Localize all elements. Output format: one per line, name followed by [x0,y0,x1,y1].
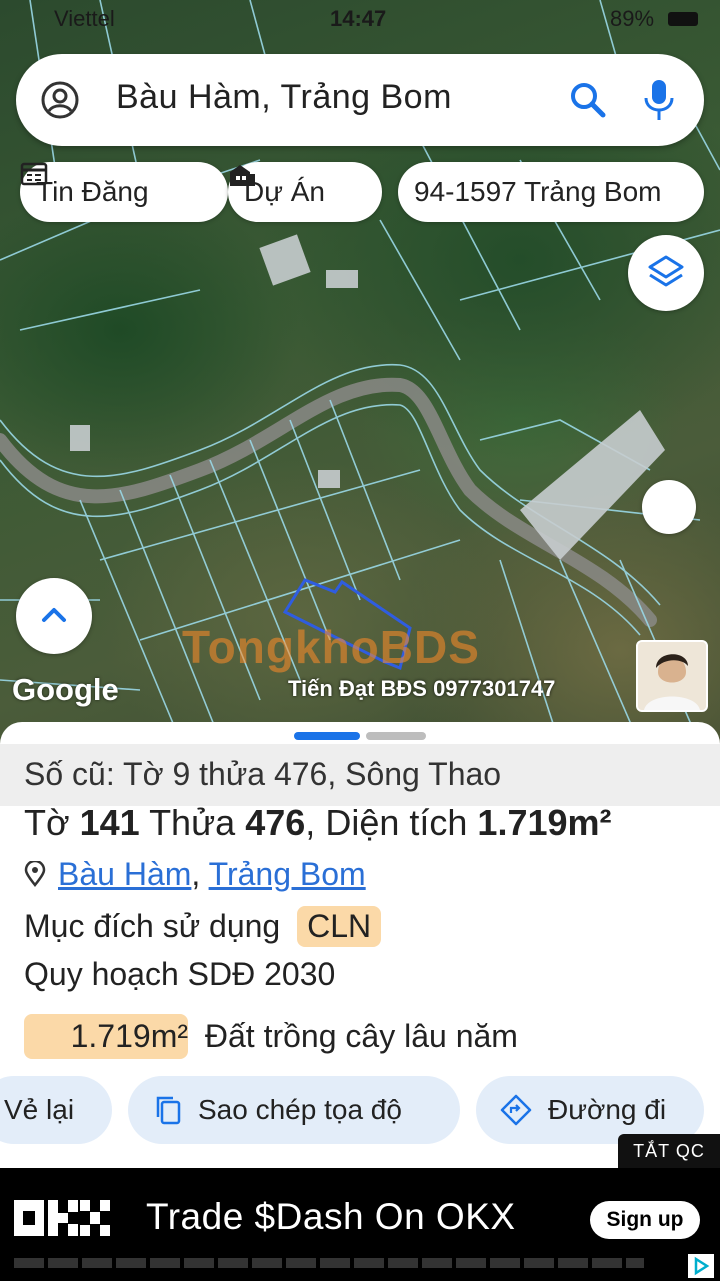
old-parcel-text: Số cũ: Tờ 9 thửa 476, Sông Thao [24,756,502,792]
copy-icon [156,1096,181,1125]
parcel-info-sheet[interactable]: Số cũ: Tờ 9 thửa 476, Sông Thao Tờ 141 T… [0,722,720,1168]
satellite-map[interactable]: Viettel 14:47 89% Bàu Hàm, Trảng Bom Tin… [0,0,720,745]
google-logo: Google [12,672,119,707]
carrier-label: Viettel [54,6,115,31]
chip-listings[interactable]: Tin Đăng [20,162,228,222]
planning-label: Quy hoạch SDĐ 2030 [24,956,336,992]
layers-button[interactable] [628,235,704,311]
location-row: Bàu Hàm, Trảng Bom [24,856,366,893]
buildings-icon [230,165,255,186]
planning-area-badge: 1.719m² [24,1014,188,1059]
plot-label: Thửa [149,802,236,843]
page-indicator-active [294,732,360,740]
ad-banner[interactable]: Trade $Dash On OKX Sign up [0,1168,720,1281]
calendar-list-icon [20,162,48,186]
agent-credit: Tiến Đạt BĐS 0977301747 [288,676,556,701]
chip-label: Dự Án [244,176,325,207]
redraw-label: Vẻ lại [4,1094,75,1125]
watermark: TongkhoBDS [182,621,480,673]
usage-label: Mục đích sử dụng [24,908,281,944]
agent-avatar[interactable] [636,640,708,712]
plot-number: 476 [245,802,306,843]
ad-fine-print [14,1258,644,1268]
old-parcel-info: Số cũ: Tờ 9 thửa 476, Sông Thao [0,744,720,806]
chevron-up-icon [42,608,66,622]
layers-icon [648,255,684,287]
chip-projects[interactable]: Dự Án [228,162,382,222]
directions-label: Đường đi [548,1094,667,1125]
sheet-number: 141 [79,802,140,843]
location-pin-icon [24,859,46,888]
battery-percent: 89% [610,6,655,31]
planning-row: 1.719m² Đất trồng cây lâu năm [24,1014,518,1059]
chip-map-sheet[interactable]: 94-1597 Trảng Bom [398,162,704,222]
adchoices-icon[interactable] [688,1254,714,1278]
ad-message: Trade $Dash On OKX [146,1196,516,1237]
battery-icon [668,12,698,26]
search-input[interactable]: Bàu Hàm, Trảng Bom [116,78,452,117]
copy-coordinates-button[interactable]: Sao chép tọa độ [128,1076,460,1144]
district-link[interactable]: Trảng Bom [209,856,366,892]
area-label: Diện tích [325,802,468,843]
map-control-button[interactable] [642,480,696,534]
redraw-button[interactable]: Vẻ lại [0,1076,112,1144]
planning-description: Đất trồng cây lâu năm [204,1018,518,1054]
expand-up-button[interactable] [16,578,92,654]
directions-icon [500,1094,532,1126]
clock: 14:47 [330,6,387,31]
sheet-label: Tờ [24,802,70,843]
okx-logo [14,1200,110,1236]
search-bar[interactable]: Bàu Hàm, Trảng Bom [16,54,704,146]
parcel-title: Tờ 141 Thửa 476, Diện tích 1.719m² [24,802,612,843]
chip-label: 94-1597 Trảng Bom [414,176,662,207]
usage-row: Mục đích sử dụng CLN [24,906,382,947]
commune-link[interactable]: Bàu Hàm [58,856,191,892]
chip-label: Tin Đăng [36,176,149,207]
hide-ads-button[interactable]: TẮT QC [618,1134,720,1168]
ad-signup-button[interactable]: Sign up [590,1201,700,1239]
area-value: 1.719m² [477,802,612,843]
page-indicator [366,732,426,740]
usage-code-badge: CLN [297,906,382,947]
status-bar: Viettel 14:47 89% [0,4,720,38]
copy-coordinates-label: Sao chép tọa độ [198,1094,402,1125]
